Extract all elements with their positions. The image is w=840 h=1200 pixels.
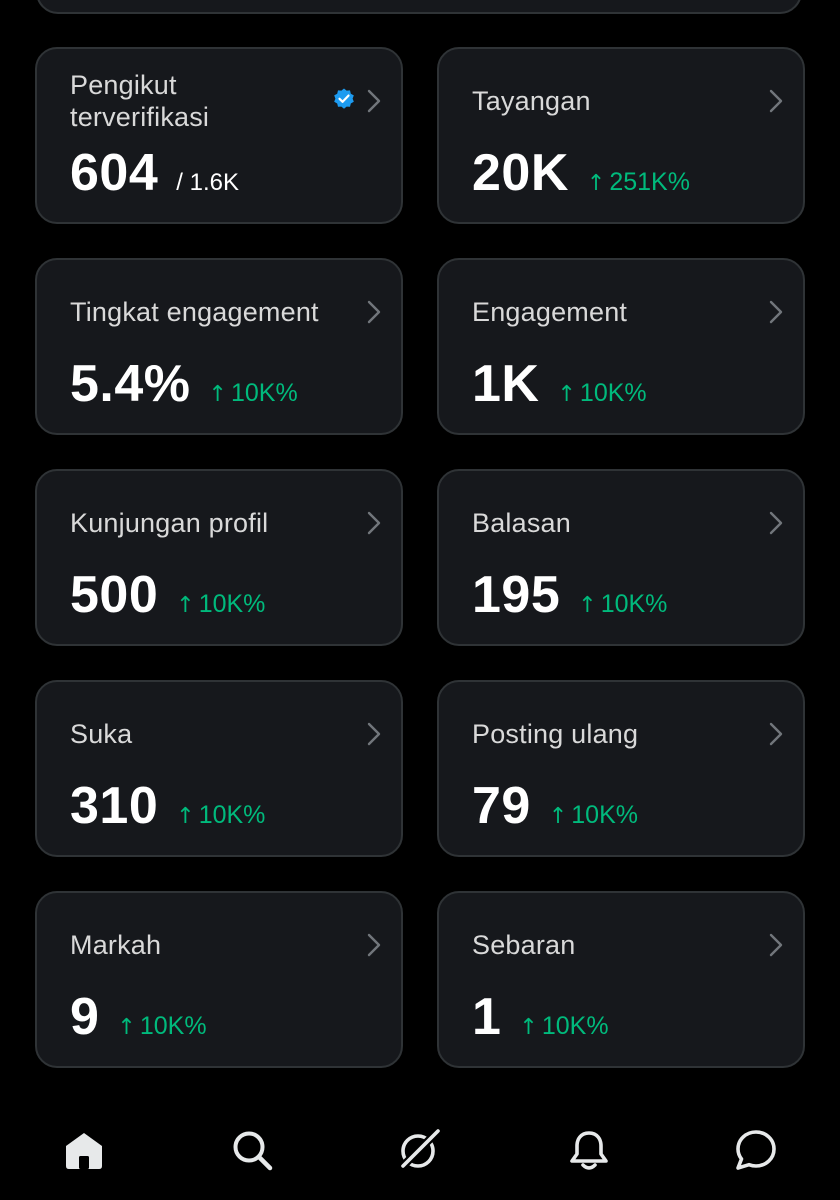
previous-card xyxy=(36,0,802,14)
metric-value-row: 310 ↑ 10K% xyxy=(70,778,265,834)
chevron-right-icon xyxy=(769,300,783,324)
chevron-right-icon xyxy=(769,511,783,535)
arrow-up-icon: ↑ xyxy=(586,171,606,196)
metric-value: 604 xyxy=(70,144,159,202)
arrow-up-icon: ↑ xyxy=(176,593,195,618)
metric-value: 20K xyxy=(472,144,569,202)
metric-change-value: 251K% xyxy=(609,168,690,196)
metric-title: Markah xyxy=(70,930,162,960)
arrow-up-icon: ↑ xyxy=(117,1015,136,1040)
metric-change: ↑ 10K% xyxy=(176,801,265,830)
metric-card-likes[interactable]: Suka 310 ↑ 10K% xyxy=(35,680,403,857)
metric-change-value: 10K% xyxy=(571,801,638,829)
metric-value: 310 xyxy=(70,777,159,835)
chevron-right-icon xyxy=(769,933,783,957)
bottom-navigation xyxy=(0,1100,840,1200)
metric-total: / 1.6K xyxy=(176,169,239,196)
metric-value: 500 xyxy=(70,566,159,624)
metric-change-value: 10K% xyxy=(541,1012,609,1040)
metric-card-profile-visits[interactable]: Kunjungan profil 500 ↑ 10K% xyxy=(35,469,403,646)
arrow-up-icon: ↑ xyxy=(548,804,568,829)
metric-change-value: 10K% xyxy=(198,590,266,618)
metric-card-impressions[interactable]: Tayangan 20K ↑ 251K% xyxy=(437,47,805,224)
metric-title: Kunjungan profil xyxy=(70,508,269,538)
metric-change-value: 10K% xyxy=(198,801,266,829)
arrow-up-icon: ↑ xyxy=(557,382,576,407)
arrow-up-icon: ↑ xyxy=(519,1015,538,1040)
metric-change: ↑ 10K% xyxy=(176,590,265,619)
metric-card-bookmarks[interactable]: Markah 9 ↑ 10K% xyxy=(35,891,403,1068)
metric-title: Suka xyxy=(70,719,133,749)
arrow-up-icon: ↑ xyxy=(208,382,227,407)
metric-change-value: 10K% xyxy=(230,379,298,407)
chevron-right-icon xyxy=(367,89,381,113)
metric-change: ↑ 10K% xyxy=(557,379,646,408)
metric-title: Tingkat engagement xyxy=(70,297,319,327)
metric-change: ↑ 10K% xyxy=(519,1012,608,1041)
chevron-right-icon xyxy=(769,722,783,746)
metric-card-engagements[interactable]: Engagement 1K ↑ 10K% xyxy=(437,258,805,435)
metric-title: Posting ulang xyxy=(472,719,639,749)
metric-card-shares[interactable]: Sebaran 1 ↑ 10K% xyxy=(437,891,805,1068)
analytics-page: Pengikut terverifikasi 604 / 1.6K Tayang… xyxy=(0,0,840,1200)
metric-change: ↑ 251K% xyxy=(587,168,690,197)
metric-value-row: 1 ↑ 10K% xyxy=(472,989,609,1045)
grok-icon[interactable] xyxy=(397,1128,441,1172)
metric-change: ↑ 10K% xyxy=(578,590,667,619)
chevron-right-icon xyxy=(367,511,381,535)
metric-title: Tayangan xyxy=(472,86,591,116)
metric-change: ↑ 10K% xyxy=(117,1012,206,1041)
chevron-right-icon xyxy=(367,722,381,746)
metric-card-reposts[interactable]: Posting ulang 79 ↑ 10K% xyxy=(437,680,805,857)
metric-title: Pengikut terverifikasi xyxy=(70,70,210,132)
metric-card-replies[interactable]: Balasan 195 ↑ 10K% xyxy=(437,469,805,646)
metric-value-row: 5.4% ↑ 10K% xyxy=(70,356,298,412)
notifications-icon[interactable] xyxy=(567,1128,611,1172)
metric-value-row: 9 ↑ 10K% xyxy=(70,989,207,1045)
metric-value-row: 20K ↑ 251K% xyxy=(472,145,690,201)
metrics-grid: Pengikut terverifikasi 604 / 1.6K Tayang… xyxy=(35,47,805,1068)
chevron-right-icon xyxy=(367,300,381,324)
chevron-right-icon xyxy=(367,933,381,957)
arrow-up-icon: ↑ xyxy=(176,804,195,829)
metric-change-value: 10K% xyxy=(579,379,647,407)
metric-value-row: 500 ↑ 10K% xyxy=(70,567,265,623)
metric-change-value: 10K% xyxy=(139,1012,207,1040)
metric-title: Balasan xyxy=(472,508,571,538)
metric-card-engagement-rate[interactable]: Tingkat engagement 5.4% ↑ 10K% xyxy=(35,258,403,435)
metric-change: ↑ 10K% xyxy=(209,379,298,408)
metric-value: 195 xyxy=(472,566,561,624)
metric-card-verified-followers[interactable]: Pengikut terverifikasi 604 / 1.6K xyxy=(35,47,403,224)
metric-change-value: 10K% xyxy=(600,590,668,618)
verified-badge-icon xyxy=(334,88,354,109)
metric-value-row: 79 ↑ 10K% xyxy=(472,778,638,834)
messages-icon[interactable] xyxy=(734,1128,778,1172)
search-icon[interactable] xyxy=(230,1128,274,1172)
arrow-up-icon: ↑ xyxy=(578,593,597,618)
metric-title: Engagement xyxy=(472,297,628,327)
metric-value: 1 xyxy=(472,988,502,1046)
metric-value: 1K xyxy=(472,355,540,413)
chevron-right-icon xyxy=(769,89,783,113)
metric-value: 9 xyxy=(70,988,100,1046)
metric-title: Sebaran xyxy=(472,930,576,960)
home-icon[interactable] xyxy=(62,1128,106,1172)
metric-value: 5.4% xyxy=(70,355,191,413)
metric-value: 79 xyxy=(472,777,531,835)
metric-value-row: 195 ↑ 10K% xyxy=(472,567,667,623)
metric-value-row: 604 / 1.6K xyxy=(70,145,239,201)
metric-change: ↑ 10K% xyxy=(549,801,638,830)
metric-value-row: 1K ↑ 10K% xyxy=(472,356,647,412)
